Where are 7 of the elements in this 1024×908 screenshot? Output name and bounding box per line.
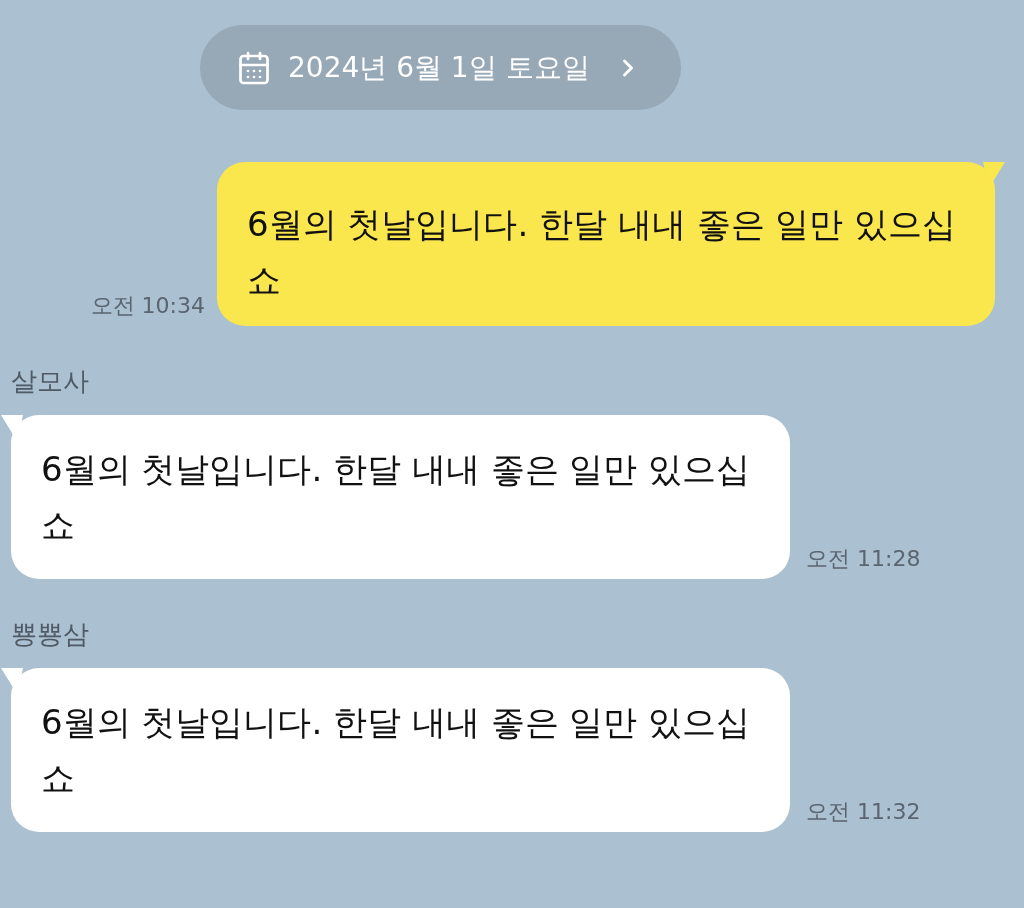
date-label: 2024년 6월 1일 토요일	[288, 49, 590, 86]
message-time: 오전 11:32	[806, 798, 921, 826]
sender-name: 살모사	[11, 365, 90, 398]
sender-name: 뿅뿅삼	[11, 618, 90, 651]
message-time: 오전 11:28	[806, 545, 921, 573]
calendar-icon	[236, 49, 272, 86]
message-time: 오전 10:34	[90, 292, 205, 320]
